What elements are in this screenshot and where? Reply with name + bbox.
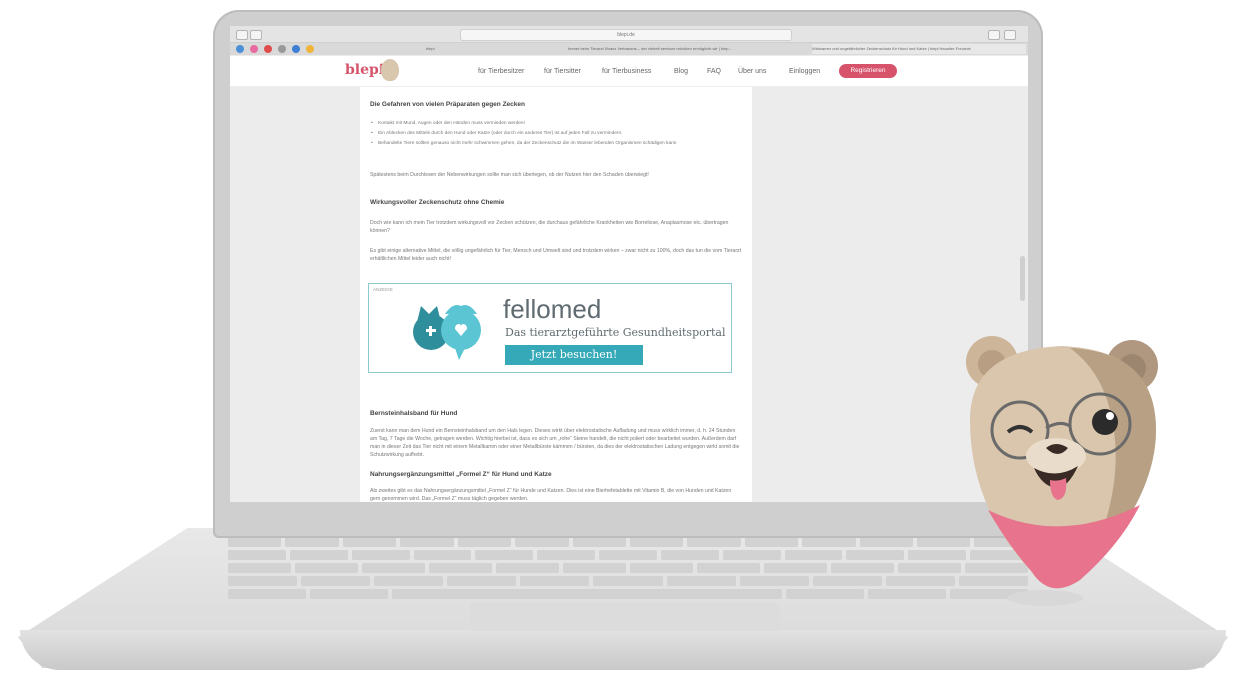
key-row bbox=[228, 550, 1028, 560]
favorite-icon[interactable] bbox=[278, 45, 286, 53]
favorite-icon[interactable] bbox=[264, 45, 272, 53]
favorite-icon[interactable] bbox=[236, 45, 244, 53]
nav-einloggen[interactable]: Einloggen bbox=[789, 68, 820, 75]
register-button[interactable]: Registrieren bbox=[839, 64, 897, 78]
paragraph: Doch wie kann ich mein Tier trotzdem wir… bbox=[370, 220, 729, 234]
address-bar[interactable]: blepi.de bbox=[460, 29, 792, 41]
key-row bbox=[228, 589, 1028, 599]
site-logo[interactable]: blepi bbox=[345, 62, 384, 78]
logo-dog-icon bbox=[381, 59, 399, 81]
nav-tierbusiness[interactable]: für Tierbusiness bbox=[602, 68, 651, 75]
ad-label: ANZEIGE bbox=[373, 287, 393, 292]
ad-cta-button[interactable]: Jetzt besuchen! bbox=[505, 345, 643, 365]
browser-screen: blepi.de blepi Immer beim Tierarzt Ütras… bbox=[230, 26, 1028, 502]
tabs-button[interactable] bbox=[1004, 30, 1016, 40]
paragraph: Es gibt einige alternative Mittel, die v… bbox=[370, 248, 742, 262]
scrollbar[interactable] bbox=[1020, 256, 1025, 301]
browser-titlebar: blepi.de bbox=[230, 26, 1028, 43]
back-button[interactable] bbox=[236, 30, 248, 40]
favorite-icon[interactable] bbox=[292, 45, 300, 53]
heading-wirkungsvoll: Wirkungsvoller Zeckenschutz ohne Chemie bbox=[370, 199, 505, 206]
tab-blepi[interactable]: blepi bbox=[426, 44, 566, 54]
nav-blog[interactable]: Blog bbox=[674, 68, 688, 75]
favorite-icon[interactable] bbox=[250, 45, 258, 53]
sidebar-button[interactable] bbox=[250, 30, 262, 40]
bullet-item: Kontakt mit Mund, Augen oder den Händen … bbox=[371, 120, 738, 127]
keyboard bbox=[228, 535, 1029, 599]
share-button[interactable] bbox=[988, 30, 1000, 40]
ad-tagline: Das tierarztgeführte Gesundheitsportal bbox=[505, 326, 726, 339]
key-row bbox=[228, 563, 1028, 573]
heading-gefahren: Die Gefahren von vielen Präparaten gegen… bbox=[370, 101, 525, 108]
favorite-icon[interactable] bbox=[306, 45, 314, 53]
nav-faq[interactable]: FAQ bbox=[707, 68, 721, 75]
fellomed-logo-icon bbox=[413, 305, 481, 360]
ad-brand: fellomed bbox=[503, 294, 602, 324]
bullet-item: Ein Ablecken des Mittels durch den Hund … bbox=[371, 130, 738, 137]
paragraph: Zuerst kann man dem Hund ein Bernsteinha… bbox=[370, 428, 740, 458]
heading-bernstein: Bernsteinhalsband für Hund bbox=[370, 410, 458, 417]
tab-tierarzt[interactable]: Immer beim Tierarzt Ütrasz Vertrauens – … bbox=[568, 44, 808, 54]
tab-zeckenschutz[interactable]: Wirksamer und ungefährlicher Zeckenschut… bbox=[812, 44, 1026, 54]
tab-bar: blepi Immer beim Tierarzt Ütrasz Vertrau… bbox=[230, 43, 1028, 55]
paragraph: Spätestens beim Durchlesen der Nebenwirk… bbox=[370, 172, 649, 178]
trackpad bbox=[470, 603, 780, 631]
nav-ueber-uns[interactable]: Über uns bbox=[738, 68, 766, 75]
laptop-base-lip bbox=[20, 630, 1226, 670]
blepi-mascot-icon bbox=[966, 336, 1158, 606]
key-row bbox=[228, 576, 1029, 586]
key-row bbox=[228, 537, 1028, 547]
nav-tiersitter[interactable]: für Tiersitter bbox=[544, 68, 581, 75]
heading-formel-z: Nahrungsergänzungsmittel „Formel Z“ für … bbox=[370, 471, 552, 478]
site-header: blepi für Tierbesitzer für Tiersitter fü… bbox=[230, 56, 1028, 87]
paragraph: Als zweites gibt es das Nahrungsergänzun… bbox=[370, 488, 732, 502]
nav-tierbesitzer[interactable]: für Tierbesitzer bbox=[478, 68, 524, 75]
bullet-item: Behandelte Tiere sollten genauso nicht m… bbox=[371, 140, 738, 147]
fellomed-ad[interactable]: ANZEIGE fellomed Das tierarztgeführte Ge… bbox=[368, 283, 732, 373]
